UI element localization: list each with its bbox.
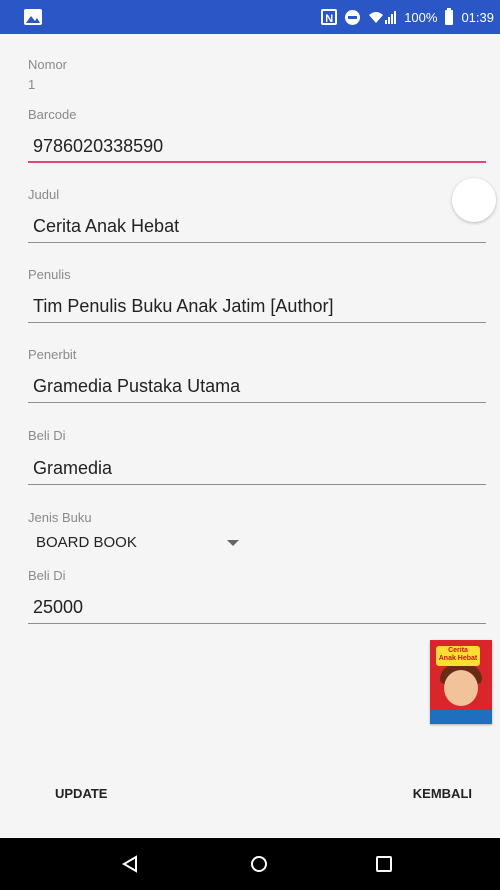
battery-icon: [445, 7, 454, 25]
nomor-value: 1: [28, 77, 36, 92]
floating-circle-handle[interactable]: [452, 178, 496, 222]
judul-input[interactable]: Cerita Anak Hebat: [28, 213, 486, 243]
harga-label: Beli Di: [28, 568, 66, 583]
nfc-icon: N: [321, 9, 338, 25]
beli-di-input[interactable]: Gramedia: [28, 455, 486, 485]
nomor-label: Nomor: [28, 57, 68, 72]
clock: 01:39: [461, 9, 494, 25]
penulis-input[interactable]: Tim Penulis Buku Anak Jatim [Author]: [28, 293, 486, 323]
jenis-buku-selected: BOARD BOOK: [36, 534, 137, 551]
signal-icon: [369, 11, 397, 24]
penerbit-label: Penerbit: [28, 347, 77, 362]
image-icon: [24, 9, 42, 25]
cover-title: Cerita Anak Hebat: [436, 646, 480, 666]
back-icon[interactable]: [122, 855, 138, 873]
penulis-label: Penulis: [28, 267, 71, 282]
jenis-buku-label: Jenis Buku: [28, 510, 92, 525]
barcode-input[interactable]: 9786020338590: [28, 133, 486, 163]
navigation-bar: [0, 838, 500, 890]
do-not-disturb-icon: [345, 9, 361, 25]
jenis-buku-spinner[interactable]: BOARD BOOK: [28, 530, 248, 556]
barcode-label: Barcode: [28, 107, 77, 122]
judul-label: Judul: [28, 187, 60, 202]
beli-di-label: Beli Di: [28, 428, 66, 443]
kembali-button[interactable]: KEMBALI: [413, 786, 472, 801]
update-button[interactable]: UPDATE: [55, 786, 107, 801]
status-bar: N 100% 01:39: [0, 0, 500, 34]
home-icon[interactable]: [251, 856, 267, 872]
penerbit-input[interactable]: Gramedia Pustaka Utama: [28, 373, 486, 403]
battery-percent: 100%: [404, 9, 438, 25]
harga-input[interactable]: 25000: [28, 594, 486, 624]
book-cover-image: Cerita Anak Hebat: [430, 640, 492, 724]
dropdown-arrow-icon: [227, 540, 239, 546]
recent-apps-icon[interactable]: [376, 856, 392, 872]
